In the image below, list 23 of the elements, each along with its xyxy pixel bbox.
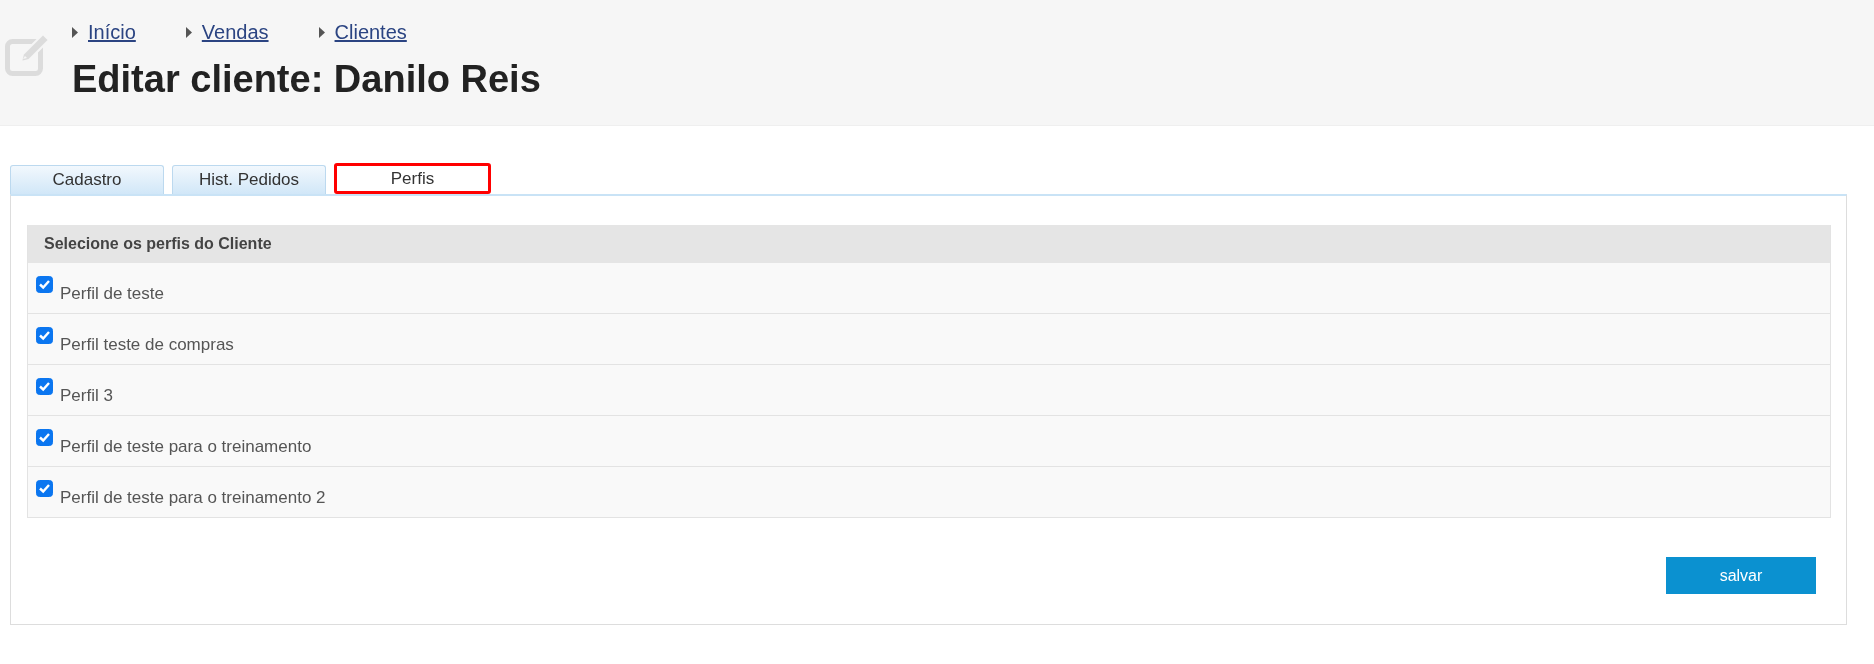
profile-label[interactable]: Perfil 3	[60, 386, 113, 406]
profile-label[interactable]: Perfil de teste para o treinamento 2	[60, 488, 326, 508]
caret-icon	[72, 26, 78, 38]
breadcrumb-link[interactable]: Vendas	[201, 20, 269, 44]
checkbox[interactable]	[36, 378, 53, 395]
page-title: Editar cliente: Danilo Reis	[72, 57, 541, 102]
tab[interactable]: Hist. Pedidos	[172, 165, 326, 194]
save-button[interactable]: salvar	[1666, 557, 1816, 594]
caret-icon	[318, 26, 325, 38]
checkbox[interactable]	[36, 480, 53, 497]
tab[interactable]: Cadastro	[10, 165, 164, 194]
profile-label[interactable]: Perfil teste de compras	[60, 335, 234, 355]
breadcrumb-link[interactable]: Início	[88, 20, 136, 44]
table-header: Selecione os perfis do Cliente	[28, 225, 1830, 263]
profile-label[interactable]: Perfil de teste para o treinamento	[60, 437, 312, 457]
tab[interactable]: Perfis	[334, 163, 491, 194]
caret-icon	[185, 26, 192, 38]
profile-label[interactable]: Perfil de teste	[60, 284, 164, 304]
checkbox[interactable]	[36, 327, 53, 344]
checkbox[interactable]	[36, 429, 53, 446]
breadcrumb-link[interactable]: Clientes	[334, 20, 407, 44]
checkbox[interactable]	[36, 276, 53, 293]
edit-icon	[5, 33, 50, 76]
